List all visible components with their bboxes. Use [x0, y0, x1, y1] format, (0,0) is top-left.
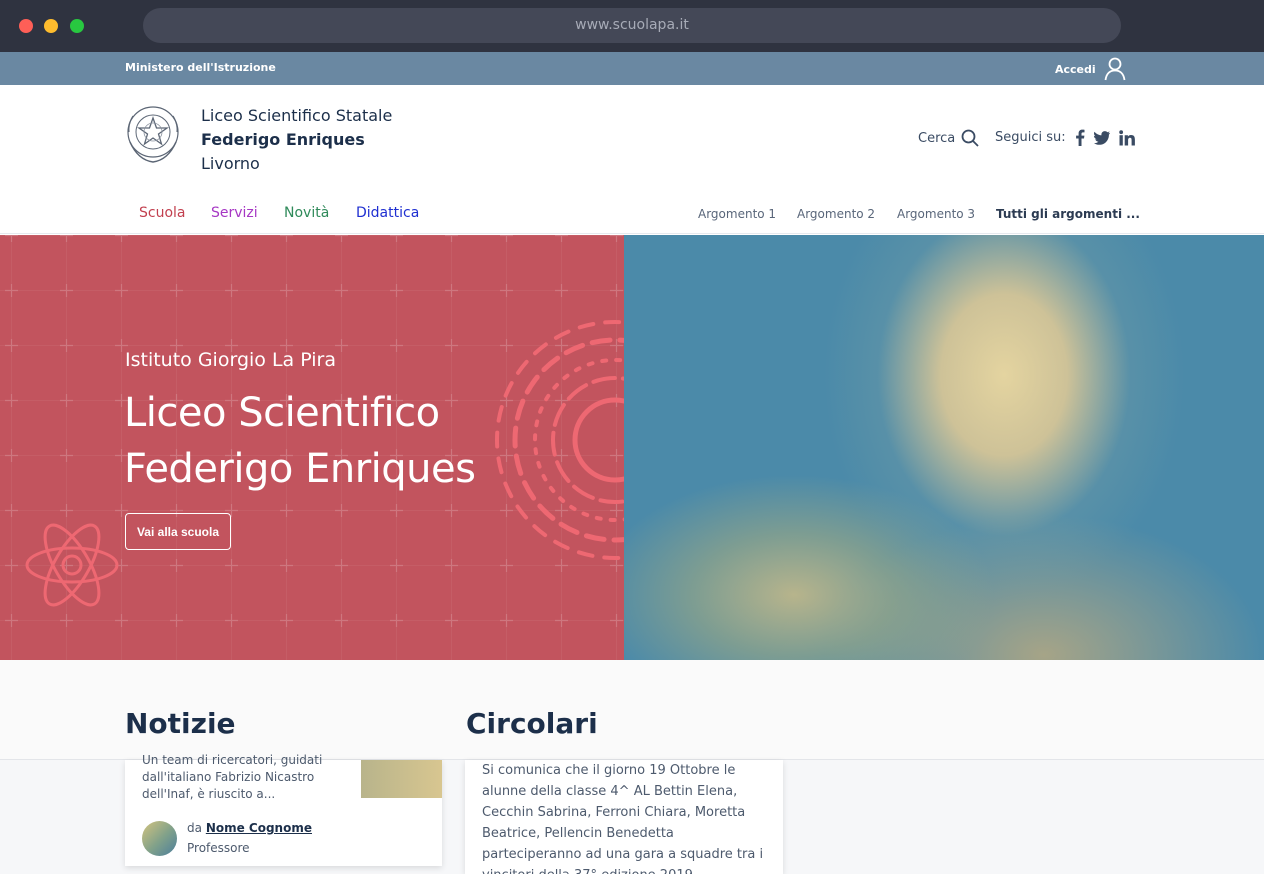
twitter-icon[interactable] [1093, 130, 1110, 145]
author-name-link[interactable]: Nome Cognome [206, 821, 312, 835]
topic-link-3[interactable]: Argomento 3 [897, 207, 975, 221]
maximize-window-button[interactable] [70, 19, 84, 33]
hero-title: Liceo Scientifico Federigo Enriques [124, 385, 476, 497]
social-links: Seguici su: [995, 129, 1135, 146]
main-navigation: Scuola Servizi Novità Didattica Argoment… [0, 191, 1264, 234]
school-city: Livorno [201, 154, 260, 173]
hero-section: Istituto Giorgio La Pira Liceo Scientifi… [0, 235, 1264, 660]
follow-label: Seguici su: [995, 130, 1066, 145]
login-button[interactable]: Accedi [1055, 57, 1126, 81]
facebook-icon[interactable] [1075, 129, 1085, 146]
news-section-title: Notizie [125, 707, 236, 740]
hero-title-line-1: Liceo Scientifico [124, 390, 440, 436]
school-brand[interactable]: Liceo Scientifico Statale Federigo Enriq… [201, 104, 392, 176]
avatar [142, 820, 177, 856]
hero-subtitle: Istituto Giorgio La Pira [125, 349, 336, 371]
school-name: Federigo Enriques [201, 130, 365, 149]
nav-item-scuola[interactable]: Scuola [139, 205, 186, 221]
center-header: Liceo Scientifico Statale Federigo Enriq… [0, 85, 1264, 191]
republic-emblem-icon[interactable] [124, 102, 182, 166]
circulars-section-title: Circolari [466, 707, 598, 740]
browser-chrome: www.scuolapa.it [0, 0, 1264, 52]
circular-card[interactable]: Si comunica che il giorno 19 Ottobre le … [465, 760, 783, 874]
linkedin-icon[interactable] [1118, 129, 1135, 146]
minimize-window-button[interactable] [44, 19, 58, 33]
news-thumbnail [361, 760, 442, 798]
school-type: Liceo Scientifico Statale [201, 106, 393, 125]
topic-link-1[interactable]: Argomento 1 [698, 207, 776, 221]
slim-header: Ministero dell'Istruzione Accedi [0, 52, 1264, 85]
login-label: Accedi [1055, 62, 1096, 76]
news-author: da Nome Cognome Professore [142, 818, 312, 858]
go-to-school-button[interactable]: Vai alla scuola [125, 513, 231, 550]
address-bar[interactable]: www.scuolapa.it [143, 8, 1121, 43]
search-label: Cerca [918, 130, 956, 146]
all-topics-link[interactable]: Tutti gli argomenti ... [996, 207, 1140, 221]
topic-link-2[interactable]: Argomento 2 [797, 207, 875, 221]
hero-title-line-2: Federigo Enriques [124, 446, 476, 492]
user-icon [1104, 57, 1126, 81]
section-header-bar: Notizie Circolari [0, 660, 1264, 760]
nav-item-servizi[interactable]: Servizi [211, 205, 258, 221]
ministry-link[interactable]: Ministero dell'Istruzione [125, 61, 276, 74]
author-prefix: da [187, 821, 202, 835]
nav-item-didattica[interactable]: Didattica [356, 205, 419, 221]
hero-image [624, 235, 1264, 660]
author-role: Professore [187, 841, 250, 855]
close-window-button[interactable] [19, 19, 33, 33]
news-excerpt: Un team di ricercatori, guidati dall'ita… [142, 753, 323, 801]
search-button[interactable]: Cerca [918, 129, 979, 147]
search-icon [961, 129, 979, 147]
news-card[interactable]: Un team di ricercatori, guidati dall'ita… [125, 753, 442, 866]
hero-panel: Istituto Giorgio La Pira Liceo Scientifi… [0, 235, 624, 660]
nav-item-novita[interactable]: Novità [284, 205, 329, 221]
content-sections: Notizie Circolari Un team di ricercatori… [0, 660, 1264, 874]
circular-text: Si comunica che il giorno 19 Ottobre le … [482, 763, 764, 874]
